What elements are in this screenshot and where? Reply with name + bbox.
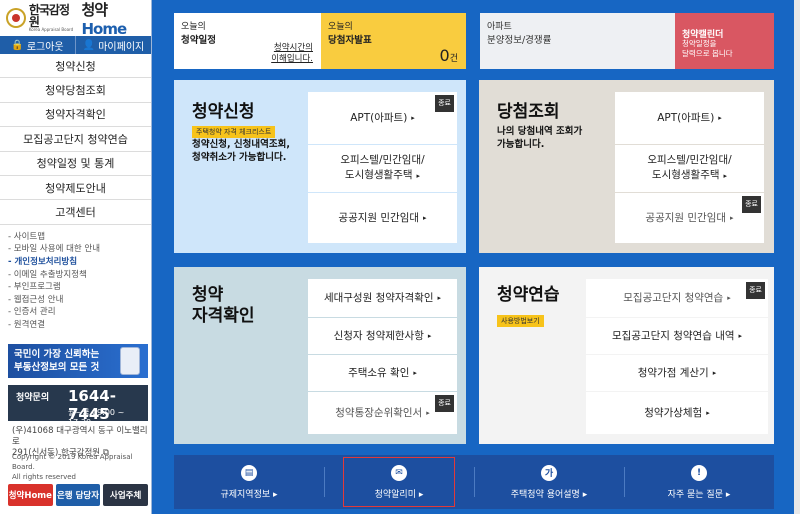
auth-bar: 🔒 로그아웃 👤 마이페이지 bbox=[0, 36, 151, 54]
apt-info-card[interactable]: 아파트 분양정보/경쟁률 bbox=[480, 13, 675, 69]
link-privacy[interactable]: - 개인정보처리방침 bbox=[8, 256, 151, 269]
main-content: 오늘의 청약일정 청약시간의 이해입니다. 오늘의 당첨자발표 0건 아파트 분… bbox=[152, 0, 800, 514]
closed-tag: 종료 bbox=[435, 395, 454, 412]
nav-item-system[interactable]: 청약제도안내 bbox=[0, 176, 151, 201]
main-nav: 청약신청 청약당첨조회 청약자격확인 모집공고단지 청약연습 청약일정 및 통계… bbox=[0, 54, 151, 225]
apply-apt-button[interactable]: APT(아파트) ▸ 종료 bbox=[308, 92, 457, 144]
winners-title: 당첨조회 bbox=[497, 102, 560, 122]
winners-officetel-button[interactable]: 오피스텔/민간임대/도시형생활주택 ▸ bbox=[615, 145, 764, 192]
apply-title: 청약신청 bbox=[192, 102, 255, 122]
winners-desc: 나의 당첨내역 조회가 가능합니다. bbox=[497, 126, 583, 150]
scrollbar[interactable] bbox=[794, 0, 800, 514]
call-hours: 월~금 09:00 ~ 17:30 bbox=[68, 408, 125, 427]
how-to-badge[interactable]: 사용방법보기 bbox=[497, 315, 544, 327]
link-remote[interactable]: - 원격연결 bbox=[8, 319, 151, 332]
winners-panel: 당첨조회 나의 당첨내역 조회가 가능합니다. APT(아파트) ▸ 오피스텔/민… bbox=[479, 80, 774, 253]
mail-icon: ✉ bbox=[391, 464, 407, 481]
divider bbox=[324, 467, 325, 497]
winners-count: 0건 bbox=[439, 46, 458, 65]
glossary-link[interactable]: 가 주택청약 용어설명 ▸ bbox=[474, 455, 624, 509]
eligibility-panel: 청약 자격확인 세대구성원 청약자격확인 ▸ 신청자 청약제한사항 ▸ 주택소유 확… bbox=[174, 267, 466, 444]
promo-banner[interactable]: 국민이 가장 신뢰하는 부동산정보의 모든 것 bbox=[8, 344, 148, 378]
winners-public-rental-button[interactable]: 공공지원 민간임대 ▸ 종료 bbox=[615, 193, 764, 243]
applicant-restrictions-button[interactable]: 신청자 청약제한사항 ▸ bbox=[308, 318, 457, 354]
link-accessibility[interactable]: - 웹접근성 안내 bbox=[8, 294, 151, 307]
footer-buttons: 청약Home 은행 담당자 사업주체 bbox=[8, 484, 149, 506]
closed-tag: 종료 bbox=[746, 282, 765, 299]
lock-icon: 🔒 bbox=[11, 39, 24, 51]
nav-item-eligibility[interactable]: 청약자격확인 bbox=[0, 103, 151, 128]
call-center: 청약문의 1644-7445 월~금 09:00 ~ 17:30 bbox=[8, 385, 148, 427]
alert-service-link[interactable]: ✉ 청약알리미 ▸ bbox=[343, 457, 455, 507]
winners-apt-button[interactable]: APT(아파트) ▸ bbox=[615, 92, 764, 144]
home-ownership-button[interactable]: 주택소유 확인 ▸ bbox=[308, 355, 457, 391]
developer-button[interactable]: 사업주체 bbox=[103, 484, 149, 506]
checklist-badge[interactable]: 주택청약 자격 체크리스트 bbox=[192, 126, 276, 138]
home-button[interactable]: 청약Home bbox=[8, 484, 53, 506]
apply-public-rental-button[interactable]: 공공지원 민간임대 ▸ bbox=[308, 193, 457, 243]
apply-officetel-button[interactable]: 오피스텔/민간임대/도시형생활주택 ▸ bbox=[308, 145, 457, 192]
today-winners-card[interactable]: 오늘의 당첨자발표 0건 bbox=[321, 13, 466, 69]
logout-button[interactable]: 🔒 로그아웃 bbox=[0, 36, 75, 54]
closed-tag: 종료 bbox=[742, 196, 761, 213]
phone-icon bbox=[120, 347, 140, 375]
nav-item-winners[interactable]: 청약당첨조회 bbox=[0, 78, 151, 103]
ga-icon: 가 bbox=[541, 464, 557, 481]
nav-item-apply[interactable]: 청약신청 bbox=[0, 54, 151, 79]
nav-item-schedule[interactable]: 청약일정 및 통계 bbox=[0, 152, 151, 176]
nav-item-practice[interactable]: 모집공고단지 청약연습 bbox=[0, 127, 151, 152]
closed-tag: 종료 bbox=[435, 95, 454, 112]
link-programs[interactable]: - 부인프로그램 bbox=[8, 281, 151, 294]
org-name: 한국감정원 Korea Appraisal Board bbox=[28, 3, 74, 32]
person-icon: 👤 bbox=[82, 39, 96, 51]
household-eligibility-button[interactable]: 세대구성원 청약자격확인 ▸ bbox=[308, 279, 457, 317]
quick-links-bar: ▤ 규제지역정보 ▸ ✉ 청약알리미 ▸ 가 주택청약 용어설명 ▸ ! 자주 … bbox=[174, 455, 774, 509]
practice-history-button[interactable]: 모집공고단지 청약연습 내역 ▸ bbox=[586, 318, 768, 354]
practice-complex-button[interactable]: 모집공고단지 청약연습 ▸ 종료 bbox=[586, 279, 768, 317]
account-rank-button[interactable]: 청약통장순위확인서 ▸ 종료 bbox=[308, 392, 457, 434]
link-email-policy[interactable]: - 이메일 추출방지정책 bbox=[8, 269, 151, 282]
faq-link[interactable]: ! 자주 묻는 질문 ▸ bbox=[624, 455, 774, 509]
sub-links: - 사이트맵 - 모바일 사용에 대한 안내 - 개인정보처리방침 - 이메일 … bbox=[0, 225, 151, 332]
eligibility-title: 청약 자격확인 bbox=[192, 285, 255, 326]
bank-staff-button[interactable]: 은행 담당자 bbox=[55, 484, 101, 506]
link-mobile[interactable]: - 모바일 사용에 대한 안내 bbox=[8, 243, 151, 256]
nav-item-support[interactable]: 고객센터 bbox=[0, 200, 151, 225]
sidebar: 한국감정원 Korea Appraisal Board 청약Home 🔒 로그아웃… bbox=[0, 0, 152, 514]
apply-desc: 청약신청, 신청내역조회, 청약취소가 가능합니다. bbox=[192, 139, 290, 163]
score-calculator-button[interactable]: 청약가점 계산기 ▸ bbox=[586, 355, 768, 391]
schedule-help-link[interactable]: 청약시간의 이해입니다. bbox=[271, 43, 313, 65]
apply-panel: 청약신청 주택청약 자격 체크리스트 청약신청, 신청내역조회, 청약취소가 가… bbox=[174, 80, 466, 253]
kab-seal-icon bbox=[6, 8, 26, 28]
practice-title: 청약연습 bbox=[497, 285, 560, 305]
virtual-experience-button[interactable]: 청약가상체험 ▸ bbox=[586, 392, 768, 434]
today-schedule-card[interactable]: 오늘의 청약일정 청약시간의 이해입니다. bbox=[174, 13, 321, 69]
logo[interactable]: 한국감정원 Korea Appraisal Board 청약Home bbox=[0, 0, 151, 38]
brand-name: 청약Home bbox=[81, 0, 127, 38]
calendar-card[interactable]: 청약캘린더 청약일정을 달력으로 봅니다 bbox=[675, 13, 774, 69]
copyright: Copyright © 2019 Korea Appraisal Board. … bbox=[12, 453, 133, 481]
practice-panel: 청약연습 사용방법보기 모집공고단지 청약연습 ▸ 종료 모집공고단지 청약연습 … bbox=[479, 267, 774, 444]
exclaim-icon: ! bbox=[691, 464, 707, 481]
link-sitemap[interactable]: - 사이트맵 bbox=[8, 231, 151, 244]
regulated-area-link[interactable]: ▤ 규제지역정보 ▸ bbox=[174, 455, 324, 509]
mypage-button[interactable]: 👤 마이페이지 bbox=[75, 36, 151, 54]
link-certificate[interactable]: - 인증서 관리 bbox=[8, 306, 151, 319]
building-icon: ▤ bbox=[241, 464, 257, 481]
